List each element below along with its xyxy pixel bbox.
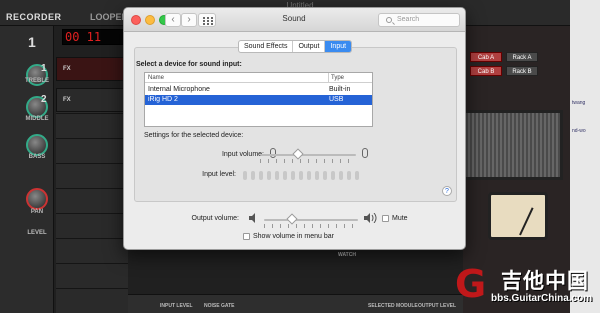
- watermark-url: bbs.GuitarChina.com: [491, 293, 593, 304]
- input-volume-label: Input volume:: [221, 151, 264, 158]
- tab-input[interactable]: Input: [325, 41, 352, 52]
- show-volume-label: Show volume in menu bar: [253, 233, 334, 240]
- title-bar: ‹ › Sound Search: [124, 8, 465, 32]
- device-type: Built-in: [329, 86, 351, 93]
- mic-high-icon: [362, 148, 368, 158]
- noise-gate-label: NOISE GATE: [204, 303, 235, 309]
- track-number: 2: [41, 94, 47, 105]
- search-placeholder: Search: [397, 16, 420, 23]
- table-header: Name Type: [145, 73, 372, 83]
- middle-label: MIDDLE: [25, 116, 49, 122]
- treble-label: TREBLE: [25, 78, 49, 84]
- side-text: twang: [572, 100, 586, 106]
- track-row[interactable]: 1 FX: [41, 57, 128, 81]
- meter-needle: [519, 207, 534, 236]
- pan-label: PAN: [30, 209, 44, 215]
- tab-bar: Sound Effects Output Input: [238, 40, 353, 53]
- mic-low-icon: [270, 148, 276, 158]
- table-row-selected[interactable]: iRig HD 2 USB: [145, 95, 372, 105]
- rack-a-button[interactable]: Rack A: [506, 52, 538, 62]
- bass-knob[interactable]: [26, 134, 48, 156]
- search-icon: [386, 17, 392, 23]
- mute-label: Mute: [392, 215, 408, 222]
- rack-b-button[interactable]: Rack B: [506, 66, 538, 76]
- close-button[interactable]: [131, 15, 141, 25]
- column-name[interactable]: Name: [148, 75, 164, 81]
- tab-sound-effects[interactable]: Sound Effects: [239, 41, 294, 52]
- sound-preferences-window: ‹ › Sound Search Sound Effects Output In…: [123, 7, 466, 250]
- mute-checkbox[interactable]: [382, 215, 389, 222]
- settings-heading: Settings for the selected device:: [144, 132, 244, 139]
- help-button[interactable]: ?: [442, 186, 452, 196]
- track-row[interactable]: 2 FX: [41, 88, 128, 112]
- output-volume-label: Output volume:: [191, 215, 239, 222]
- forward-icon[interactable]: ›: [181, 13, 197, 27]
- amp-grille: [463, 110, 563, 180]
- tab-output[interactable]: Output: [293, 41, 326, 52]
- input-level-label: Input level:: [202, 171, 236, 178]
- track-grid: [56, 112, 128, 313]
- output-volume-ticks: [264, 224, 358, 228]
- watermark-chinese: 吉他中国: [501, 269, 589, 293]
- device-type: USB: [329, 96, 344, 103]
- selected-module-label: SELECTED MODULE: [368, 303, 418, 309]
- device-name: Internal Microphone: [148, 86, 210, 93]
- fx-button[interactable]: FX: [63, 97, 71, 103]
- output-volume-thumb[interactable]: [286, 213, 298, 225]
- select-device-heading: Select a device for sound input:: [136, 61, 242, 68]
- watermark: G 吉他中国 bbs.GuitarChina.com: [455, 262, 600, 313]
- show-all-grid-icon[interactable]: [198, 13, 216, 27]
- pan-knob[interactable]: [26, 188, 48, 210]
- show-volume-checkbox[interactable]: [243, 233, 250, 240]
- table-row[interactable]: Internal Microphone Built-in: [145, 85, 372, 95]
- side-text: nd-wo: [572, 128, 586, 134]
- fx-button[interactable]: FX: [63, 66, 71, 72]
- input-device-table[interactable]: Name Type Internal Microphone Built-in i…: [144, 72, 373, 127]
- output-level-label: OUTPUT LEVEL: [418, 303, 457, 309]
- search-input[interactable]: Search: [378, 13, 460, 27]
- device-name: iRig HD 2: [148, 96, 178, 103]
- input-volume-ticks: [260, 159, 356, 163]
- back-icon[interactable]: ‹: [165, 13, 181, 27]
- cab-b-button[interactable]: Cab B: [470, 66, 502, 76]
- minimize-button[interactable]: [145, 15, 155, 25]
- bass-label: BASS: [28, 154, 46, 160]
- column-type[interactable]: Type: [328, 73, 344, 83]
- cab-a-button[interactable]: Cab A: [470, 52, 502, 62]
- window-title: Sound: [282, 14, 306, 23]
- input-volume-slider[interactable]: [260, 154, 356, 156]
- input-level-meter: [243, 171, 359, 180]
- watch-label: WATCH: [338, 252, 356, 258]
- bottom-controls: INPUT LEVEL NOISE GATE SELECTED MODULE O…: [128, 294, 463, 313]
- track-number: 1: [28, 34, 36, 50]
- recorder-title: RECORDER: [6, 12, 62, 22]
- speaker-high-icon: [364, 213, 377, 223]
- speaker-low-icon: [249, 213, 255, 223]
- vu-meter: [488, 192, 548, 240]
- output-volume-slider[interactable]: [264, 219, 358, 221]
- time-counter: 00 11: [62, 29, 124, 45]
- input-level-label: INPUT LEVEL: [160, 303, 193, 309]
- level-label: LEVEL: [27, 230, 47, 236]
- track-number: 1: [41, 63, 47, 74]
